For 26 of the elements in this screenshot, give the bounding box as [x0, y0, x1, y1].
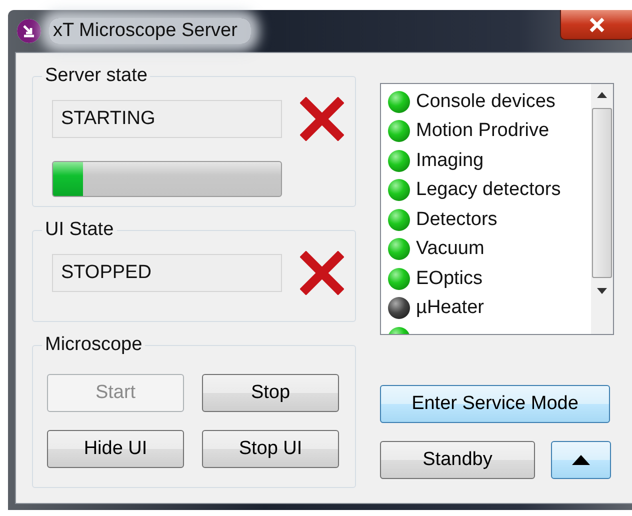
device-name[interactable]: Vacuum	[416, 238, 484, 260]
up-triangle-icon	[572, 455, 590, 465]
expand-button[interactable]	[551, 441, 611, 479]
device-name[interactable]: Console devices	[416, 90, 556, 113]
scroll-thumb[interactable]	[592, 108, 612, 278]
app-icon	[17, 19, 41, 43]
status-field: STARTING	[52, 100, 282, 138]
action-button[interactable]: Hide UI	[47, 430, 184, 468]
service-mode-button[interactable]: Enter Service Mode	[380, 385, 610, 423]
status-field: STOPPED	[52, 254, 282, 292]
device-name[interactable]: Legacy detectors	[416, 179, 561, 202]
scrollbar[interactable]	[591, 84, 613, 334]
close-button[interactable]	[560, 10, 632, 40]
device-name[interactable]: Imaging	[416, 150, 484, 172]
device-name[interactable]: µHeater	[416, 297, 484, 320]
scroll-up-icon[interactable]	[597, 92, 607, 98]
close-icon	[587, 16, 607, 32]
action-button[interactable]: Stop UI	[202, 430, 339, 468]
action-button[interactable]: Stop	[202, 374, 339, 412]
window-title: xT Microscope Server	[49, 18, 252, 44]
standby-button[interactable]: Standby	[380, 441, 535, 479]
scroll-down-icon[interactable]	[597, 288, 607, 294]
group-label: Microscope	[42, 334, 146, 356]
device-name[interactable]: EOptics	[416, 268, 483, 290]
device-name[interactable]: Motion Prodrive	[416, 120, 550, 142]
device-name[interactable]: Detectors	[416, 208, 498, 231]
